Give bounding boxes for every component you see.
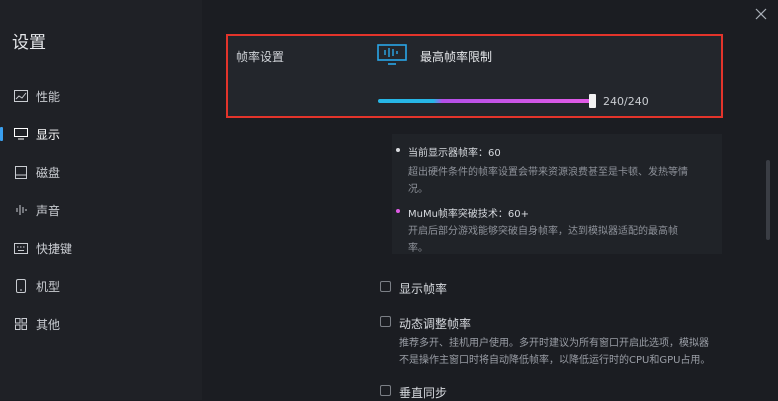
framerate-value: 240/240 xyxy=(603,95,649,108)
close-icon[interactable] xyxy=(754,6,768,20)
scrollbar-thumb[interactable] xyxy=(766,160,770,240)
show-fps-checkbox[interactable] xyxy=(380,281,391,292)
sidebar-item-disk[interactable]: 磁盘 xyxy=(0,157,202,187)
framerate-slider-track[interactable] xyxy=(378,99,592,103)
sidebar-item-shortcuts[interactable]: 快捷键 xyxy=(0,233,202,263)
dynamic-fps-desc-2: 不是操作主窗口时将自动降低帧率，以降低运行时的CPU和GPU占用。 xyxy=(399,355,711,366)
max-framerate-title: 最高帧率限制 xyxy=(420,50,493,64)
monitor-fps-desc: 超出硬件条件的帧率设置会带来资源浪费甚至是卡顿、发热等情 xyxy=(408,167,688,178)
dynamic-fps-checkbox[interactable] xyxy=(380,316,391,327)
mumu-fps-desc-2: 率。 xyxy=(408,243,428,254)
sidebar-item-performance[interactable]: 性能 xyxy=(0,81,202,111)
vsync-label: 垂直同步 xyxy=(399,386,448,400)
sidebar-item-label: 磁盘 xyxy=(36,165,61,180)
dynamic-fps-label: 动态调整帧率 xyxy=(399,317,472,331)
sidebar-item-label: 声音 xyxy=(36,203,61,218)
disk-icon xyxy=(14,165,28,179)
monitor-fps-text: 当前显示器帧率：60 xyxy=(408,148,501,159)
sidebar-item-display[interactable]: 显示 xyxy=(0,119,202,149)
keyboard-icon xyxy=(14,241,28,255)
display-icon xyxy=(14,127,28,141)
sidebar-item-label: 快捷键 xyxy=(36,241,73,256)
sidebar-item-label: 显示 xyxy=(36,127,61,142)
dynamic-fps-desc: 推荐多开、挂机用户使用。多开时建议为所有窗口开启此选项，模拟器 xyxy=(399,338,709,349)
vsync-checkbox[interactable] xyxy=(380,385,391,396)
mumu-fps-desc: 开启后部分游戏能够突破自身帧率，达到模拟器适配的最高帧 xyxy=(408,226,678,237)
settings-sidebar: 设置 性能 显示 磁盘 声音 快捷键 机型 其他 xyxy=(0,0,202,400)
bullet-icon xyxy=(396,148,400,152)
show-fps-label: 显示帧率 xyxy=(399,282,448,296)
monitor-fps-desc-2: 况。 xyxy=(408,184,428,195)
bullet-icon xyxy=(396,209,400,213)
framerate-slider-thumb[interactable] xyxy=(589,94,596,108)
performance-icon xyxy=(14,89,28,103)
grid-icon xyxy=(14,317,28,331)
sidebar-item-label: 其他 xyxy=(36,317,61,332)
sidebar-item-label: 机型 xyxy=(36,279,61,294)
sidebar-item-label: 性能 xyxy=(36,89,61,104)
sidebar-item-device-model[interactable]: 机型 xyxy=(0,271,202,301)
sidebar-item-sound[interactable]: 声音 xyxy=(0,195,202,225)
mumu-fps-text: MuMu帧率突破技术：60+ xyxy=(408,209,530,220)
phone-icon xyxy=(14,279,28,293)
sidebar-item-other[interactable]: 其他 xyxy=(0,309,202,339)
monitor-fps-icon xyxy=(377,44,407,66)
page-title: 设置 xyxy=(12,33,46,53)
framerate-section-label: 帧率设置 xyxy=(236,50,285,64)
sound-icon xyxy=(14,203,28,217)
